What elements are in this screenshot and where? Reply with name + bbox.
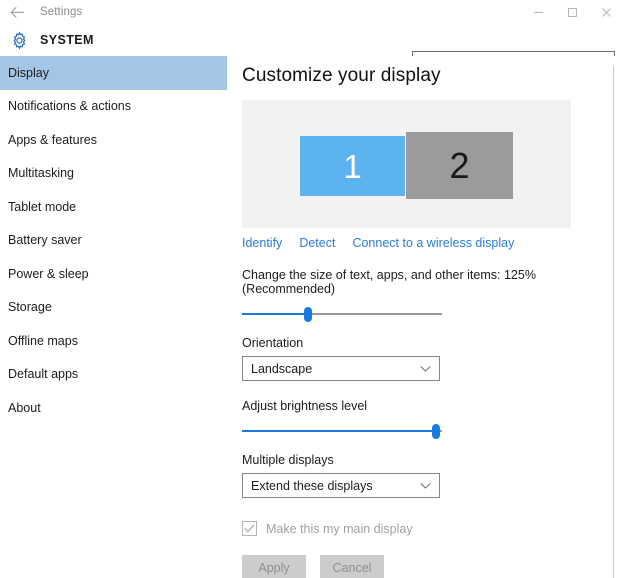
settings-window: Settings SYSTEM Find a setting Display N… (0, 0, 623, 578)
sidebar-item-label: About (8, 400, 41, 415)
section-title: SYSTEM (40, 33, 94, 47)
sidebar-item-label: Notifications & actions (8, 99, 131, 114)
sidebar-item-about[interactable]: About (0, 391, 227, 425)
sidebar-item-label: Offline maps (8, 333, 78, 348)
sidebar-item-apps-features[interactable]: Apps & features (0, 123, 227, 157)
sidebar-item-notifications-actions[interactable]: Notifications & actions (0, 90, 227, 124)
gear-icon (2, 30, 36, 50)
orientation-dropdown[interactable]: Landscape (242, 356, 440, 381)
main-display-checkbox-row[interactable]: Make this my main display (242, 521, 623, 536)
window-body: Display Notifications & actions Apps & f… (0, 56, 623, 578)
sidebar-item-storage[interactable]: Storage (0, 291, 227, 325)
display-preview[interactable]: 1 2 (242, 100, 571, 228)
action-buttons: Apply Cancel (242, 555, 623, 578)
monitor-2[interactable]: 2 (406, 132, 513, 199)
close-button[interactable] (589, 0, 623, 24)
page-title: Customize your display (242, 65, 441, 86)
scale-slider-thumb[interactable] (304, 307, 312, 322)
chevron-down-icon (420, 482, 431, 489)
checkmark-icon (244, 524, 255, 533)
monitor-number: 1 (343, 147, 362, 185)
sidebar-item-label: Display (8, 65, 49, 80)
sidebar-item-multitasking[interactable]: Multitasking (0, 157, 227, 191)
detect-link[interactable]: Detect (299, 236, 335, 250)
sidebar-item-default-apps[interactable]: Default apps (0, 358, 227, 392)
multiple-displays-value: Extend these displays (251, 478, 373, 493)
main-content: Customize your display 1 2 Identify Dete… (227, 56, 623, 578)
sidebar-item-tablet-mode[interactable]: Tablet mode (0, 190, 227, 224)
sidebar-item-display[interactable]: Display (0, 56, 227, 90)
maximize-button[interactable] (555, 0, 589, 24)
orientation-label: Orientation (242, 336, 304, 350)
title-bar: Settings (0, 0, 623, 24)
monitor-1[interactable]: 1 (300, 136, 405, 196)
multiple-displays-dropdown[interactable]: Extend these displays (242, 473, 440, 498)
chevron-down-icon (420, 365, 431, 372)
minimize-button[interactable] (521, 0, 555, 24)
sidebar-item-power-sleep[interactable]: Power & sleep (0, 257, 227, 291)
display-action-links: Identify Detect Connect to a wireless di… (242, 236, 623, 250)
monitor-number: 2 (449, 144, 470, 186)
sidebar-item-label: Multitasking (8, 166, 74, 181)
brightness-slider-fill (242, 430, 436, 432)
scale-slider[interactable] (242, 305, 442, 323)
sidebar-item-label: Apps & features (8, 132, 97, 147)
main-display-checkbox-label: Make this my main display (266, 521, 413, 536)
window-controls (521, 0, 623, 24)
sidebar-item-battery-saver[interactable]: Battery saver (0, 224, 227, 258)
main-display-checkbox[interactable] (242, 521, 257, 536)
brightness-slider-thumb[interactable] (432, 424, 440, 439)
sidebar-item-offline-maps[interactable]: Offline maps (0, 324, 227, 358)
content-scrollbar[interactable] (613, 66, 614, 578)
orientation-value: Landscape (251, 361, 313, 376)
sidebar-nav: Display Notifications & actions Apps & f… (0, 56, 227, 578)
cancel-button[interactable]: Cancel (320, 555, 384, 578)
scale-label: Change the size of text, apps, and other… (242, 268, 536, 296)
sidebar-item-label: Default apps (8, 367, 79, 382)
scale-slider-fill (242, 313, 308, 315)
apply-button[interactable]: Apply (242, 555, 306, 578)
sidebar-item-label: Storage (8, 300, 52, 315)
sidebar-item-label: Power & sleep (8, 266, 89, 281)
brightness-slider[interactable] (242, 422, 442, 440)
sidebar-item-label: Tablet mode (8, 199, 77, 214)
identify-link[interactable]: Identify (242, 236, 282, 250)
window-title: Settings (40, 6, 83, 18)
brightness-label: Adjust brightness level (242, 399, 368, 413)
connect-wireless-display-link[interactable]: Connect to a wireless display (352, 236, 514, 250)
sidebar-item-label: Battery saver (8, 233, 82, 248)
multiple-displays-label: Multiple displays (242, 453, 334, 467)
back-button[interactable] (0, 0, 34, 24)
page-header: SYSTEM (0, 24, 623, 74)
